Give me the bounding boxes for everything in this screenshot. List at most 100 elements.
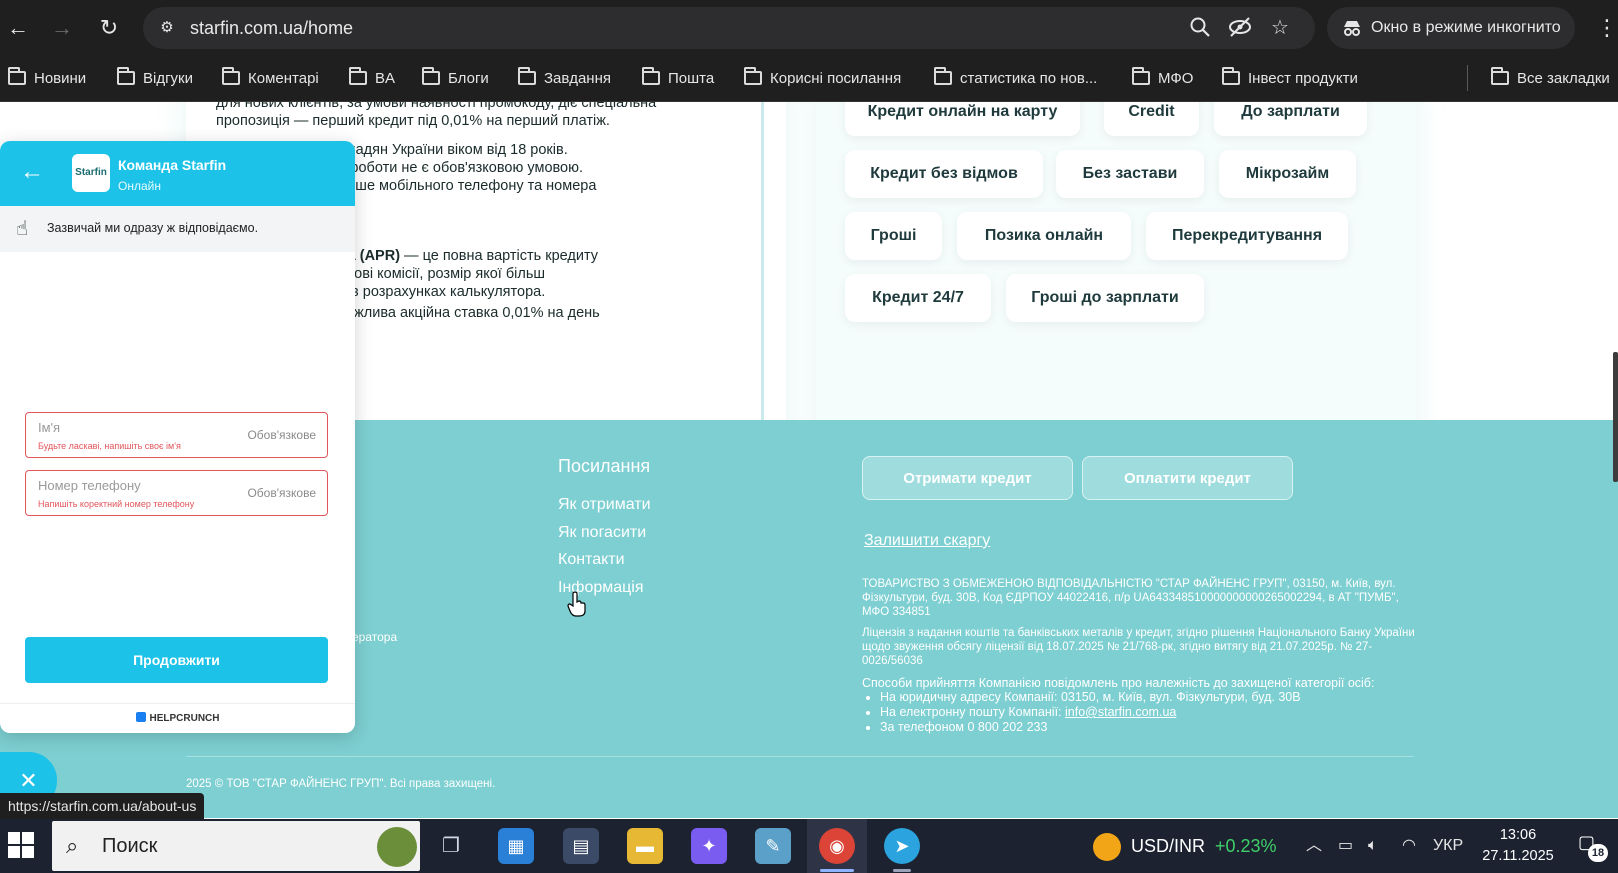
bookmark-star-icon[interactable]: ☆ <box>1267 16 1293 40</box>
tag-link[interactable]: Позика онлайн <box>957 212 1131 260</box>
continue-button[interactable]: Продовжити <box>25 637 328 683</box>
forward-icon[interactable]: → <box>46 12 78 44</box>
phone-required: Обов'язкове <box>247 486 316 500</box>
back-arrow-icon[interactable]: ← <box>20 158 48 186</box>
name-error: Будьте ласкаві, напишіть своє ім'я <box>38 441 181 451</box>
folder-icon <box>518 67 536 85</box>
incognito-icon <box>1344 21 1360 36</box>
team-avatar: Starfin <box>72 154 110 192</box>
chrome-icon[interactable]: ◉ <box>819 828 855 864</box>
name-placeholder: Ім'я <box>38 420 61 435</box>
operator-text: ератора <box>352 630 398 644</box>
bookmark-folder[interactable]: статистика по нов... <box>934 66 1097 92</box>
currency-widget[interactable]: USD/INR +0.23% <box>1093 831 1277 862</box>
tracking-protection-icon[interactable] <box>1227 16 1253 40</box>
email-link[interactable]: info@starfin.com.ua <box>1065 705 1176 719</box>
folder-icon <box>1491 67 1509 85</box>
telegram-icon[interactable]: ➤ <box>884 828 920 864</box>
taskbar-search[interactable]: ⌕ Поиск <box>52 821 420 871</box>
back-icon[interactable]: ← <box>2 12 34 44</box>
phone-field[interactable]: Номер телефону Обов'язкове Напишіть коре… <box>25 470 328 516</box>
notifications-icon[interactable]: ▢ 18 <box>1578 832 1608 862</box>
volume-icon[interactable]: 🔈︎ <box>1368 834 1378 858</box>
tag-link[interactable]: Кредит без відмов <box>845 150 1043 198</box>
pay-credit-button[interactable]: Оплатити кредит <box>1082 456 1293 500</box>
wifi-icon[interactable]: ◠ <box>1402 834 1416 858</box>
url-text[interactable]: starfin.com.ua/home <box>190 18 353 39</box>
notepad-icon[interactable]: ✎ <box>755 828 791 864</box>
windows-taskbar: ⌕ Поиск ❐ ▦ ▤ ▬ ✦ ✎ ◉ ➤ USD/INR +0.23% ︿ … <box>0 819 1618 873</box>
helpcrunch-brand[interactable]: HELPCRUNCH <box>0 703 355 733</box>
footer-link[interactable]: Як отримати <box>558 496 651 514</box>
tag-link[interactable]: Мікрозайм <box>1219 150 1356 198</box>
bookmarks-separator <box>1467 65 1468 91</box>
card-scrollbar[interactable] <box>761 102 764 427</box>
reload-icon[interactable]: ↻ <box>93 12 125 44</box>
bookmark-folder[interactable]: Новини <box>8 66 86 92</box>
calculator-icon[interactable]: ▤ <box>563 828 599 864</box>
bookmark-folder[interactable]: Блоги <box>422 66 489 92</box>
folder-icon <box>1132 67 1150 85</box>
site-info-icon[interactable]: ⚙ <box>153 15 181 41</box>
phone-placeholder: Номер телефону <box>38 478 141 493</box>
name-field[interactable]: Ім'я Обов'язкове Будьте ласкаві, напишіт… <box>25 412 328 458</box>
folder-icon <box>934 67 952 85</box>
tag-link[interactable]: Гроші <box>845 212 942 260</box>
chat-online-status: Онлайн <box>118 179 161 193</box>
language-indicator[interactable]: УКР <box>1433 834 1463 858</box>
link-status-bar: https://starfin.com.ua/about-us <box>0 793 205 819</box>
coin-icon <box>1093 833 1121 862</box>
chevron-up-icon[interactable]: ︿ <box>1306 834 1322 858</box>
folder-icon <box>8 67 26 85</box>
footer-link[interactable]: Як погасити <box>558 524 646 542</box>
tag-link[interactable]: Кредит онлайн на карту <box>845 102 1080 136</box>
page-scrollbar[interactable] <box>1613 352 1618 482</box>
bookmark-folder[interactable]: BA <box>349 66 395 92</box>
tag-link[interactable]: Перекредитування <box>1146 212 1348 260</box>
tag-link[interactable]: Кредит 24/7 <box>845 274 991 322</box>
windows-start-icon[interactable] <box>8 832 34 858</box>
license-info: Ліцензія з надання коштів та банківських… <box>862 627 1415 667</box>
tag-link[interactable]: До зарплати <box>1214 102 1367 136</box>
phone-error: Напишіть коректний номер телефону <box>38 499 195 509</box>
folder-icon <box>222 67 240 85</box>
folder-icon <box>117 67 135 85</box>
bookmark-folder[interactable]: Інвест продукти <box>1222 66 1358 92</box>
battery-icon[interactable]: ▭ <box>1338 834 1353 858</box>
copilot-icon[interactable]: ✦ <box>691 828 727 864</box>
bookmark-folder[interactable]: Пошта <box>642 66 714 92</box>
clock[interactable]: 13:06 27.11.2025 <box>1470 825 1566 867</box>
complaint-link[interactable]: Залишити скаргу <box>864 532 990 550</box>
company-legal-info: ТОВАРИСТВО З ОБМЕЖЕНОЮ ВІДПОВІДАЛЬНІСТЮ … <box>862 578 1399 618</box>
tag-link[interactable]: Гроші до зарплати <box>1006 274 1204 322</box>
tags-card: Кредит онлайн на карту Credit До зарплат… <box>816 102 1416 459</box>
address-bar[interactable]: ⚙ starfin.com.ua/home ☆ <box>143 7 1315 49</box>
microsoft-store-icon[interactable]: ▦ <box>498 828 534 864</box>
folder-icon <box>744 67 762 85</box>
file-explorer-icon[interactable]: ▬ <box>627 828 663 864</box>
bookmark-folder[interactable]: Коментарі <box>222 66 319 92</box>
browser-menu-icon[interactable]: ⋮ <box>1596 12 1618 44</box>
hand-cursor-icon <box>567 591 586 617</box>
tag-link[interactable]: Credit <box>1104 102 1199 136</box>
footer-link[interactable]: Контакти <box>558 551 625 569</box>
all-bookmarks[interactable]: Все закладки <box>1491 66 1610 92</box>
folder-icon <box>422 67 440 85</box>
helpcrunch-icon <box>135 712 146 722</box>
chat-team-name: Команда Starfin <box>118 157 227 173</box>
contacts-list: На юридичну адресу Компанії: 03150, м. К… <box>878 690 1301 735</box>
incognito-indicator[interactable]: Окно в режиме инкогнито <box>1327 7 1575 49</box>
bookmark-folder[interactable]: Корисні посилання <box>744 66 901 92</box>
task-view-icon[interactable]: ❐ <box>433 828 469 864</box>
bookmarks-bar: Новини Відгуки Коментарі BA Блоги Завдан… <box>0 56 1618 102</box>
info-paragraph: для нових клієнтів, за умови наявності п… <box>216 102 657 129</box>
get-credit-button[interactable]: Отримати кредит <box>862 456 1073 500</box>
search-icon[interactable] <box>1187 16 1213 40</box>
bookmark-folder[interactable]: МФО <box>1132 66 1193 92</box>
telegram-running-indicator <box>893 869 911 872</box>
bookmark-folder[interactable]: Відгуки <box>117 66 193 92</box>
tag-link[interactable]: Без застави <box>1056 150 1204 198</box>
search-highlight-image <box>377 827 417 867</box>
contact-phone: За телефоном 0 800 202 233 <box>880 720 1301 735</box>
bookmark-folder[interactable]: Завдання <box>518 66 611 92</box>
